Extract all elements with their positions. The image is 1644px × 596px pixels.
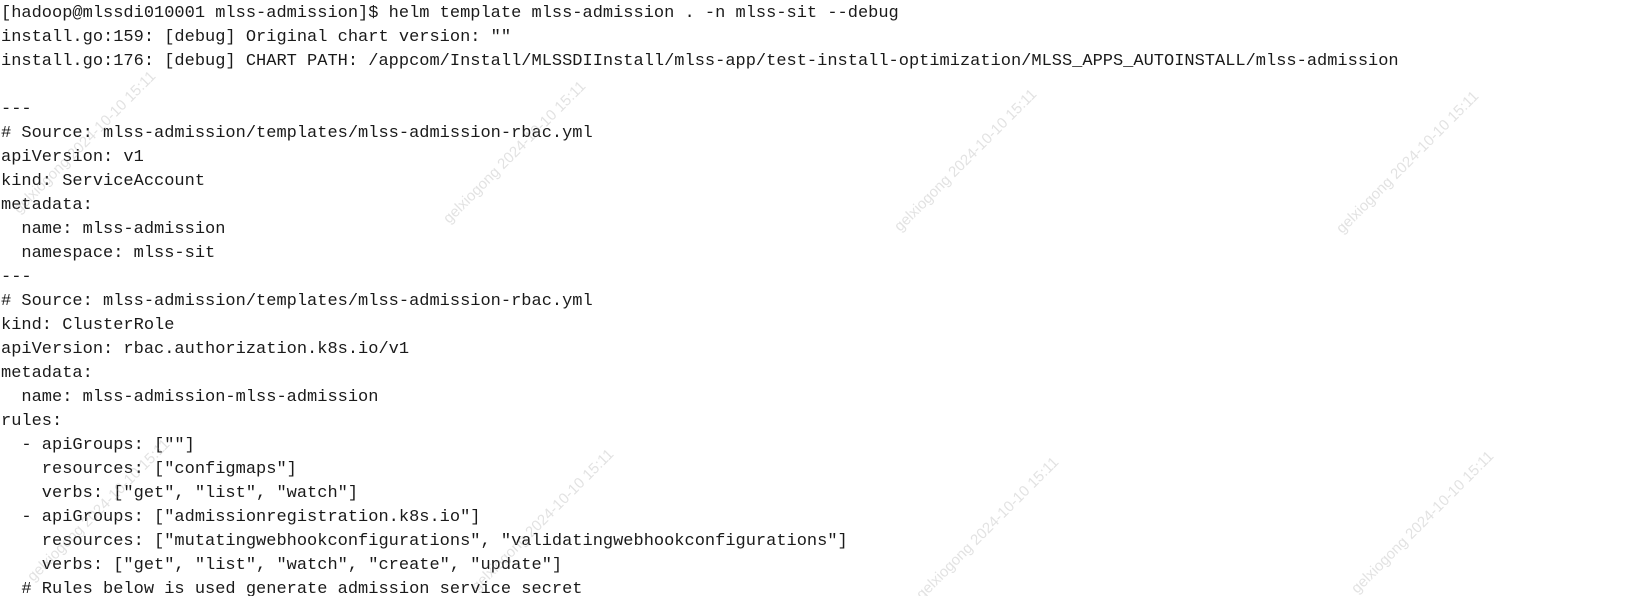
terminal-line: apiVersion: rbac.authorization.k8s.io/v1 <box>1 340 410 359</box>
terminal-line: rules: <box>1 412 63 431</box>
terminal-line: # Rules below is used generate admission… <box>1 580 583 596</box>
terminal-line: apiVersion: v1 <box>1 148 144 167</box>
terminal-line: # Source: mlss-admission/templates/mlss-… <box>1 124 593 143</box>
terminal-line: install.go:159: [debug] Original chart v… <box>1 28 512 47</box>
terminal-line: resources: ["mutatingwebhookconfiguratio… <box>1 532 848 551</box>
terminal-line: metadata: <box>1 364 93 383</box>
terminal-line: verbs: ["get", "list", "watch", "create"… <box>1 556 563 575</box>
terminal-line: kind: ClusterRole <box>1 316 175 335</box>
terminal-line: name: mlss-admission <box>1 220 226 239</box>
terminal-line: # Source: mlss-admission/templates/mlss-… <box>1 292 593 311</box>
terminal-line: [hadoop@mlssdi010001 mlss-admission]$ he… <box>1 4 899 23</box>
terminal-line: verbs: ["get", "list", "watch"] <box>1 484 359 503</box>
terminal-output-area[interactable]: [hadoop@mlssdi010001 mlss-admission]$ he… <box>0 0 1644 596</box>
terminal-line: resources: ["configmaps"] <box>1 460 297 479</box>
terminal-text: [hadoop@mlssdi010001 mlss-admission]$ he… <box>1 2 1399 596</box>
terminal-line: name: mlss-admission-mlss-admission <box>1 388 379 407</box>
terminal-line: kind: ServiceAccount <box>1 172 206 191</box>
terminal-line: namespace: mlss-sit <box>1 244 216 263</box>
terminal-line: --- <box>1 268 32 287</box>
terminal-line: --- <box>1 100 32 119</box>
terminal-line: metadata: <box>1 196 93 215</box>
terminal-line: - apiGroups: ["admissionregistration.k8s… <box>1 508 481 527</box>
terminal-line: install.go:176: [debug] CHART PATH: /app… <box>1 52 1399 71</box>
terminal-line: - apiGroups: [""] <box>1 436 195 455</box>
